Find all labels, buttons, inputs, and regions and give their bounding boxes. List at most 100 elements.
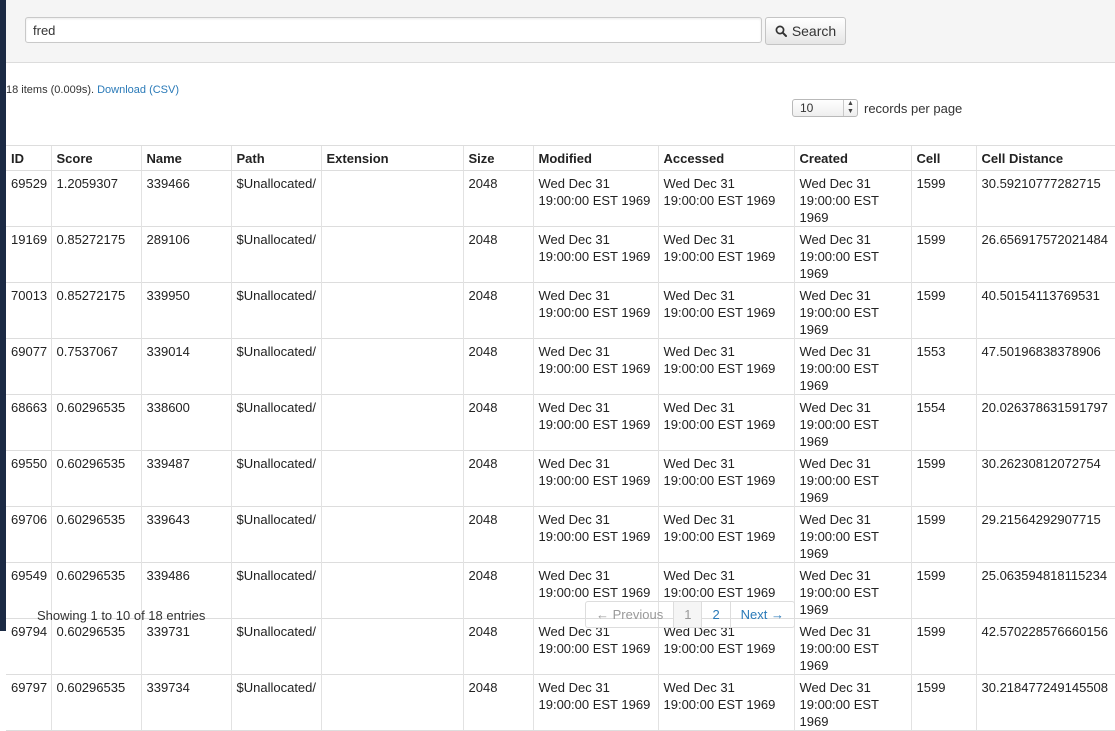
results-table: ID Score Name Path Extension Size Modified Acce… xyxy=(6,145,1115,731)
cell-path: $Unallocated/ xyxy=(230,338,321,395)
cell-score: 0.60296535 xyxy=(50,394,141,451)
cell-cell-distance: 40.50154113769531 xyxy=(975,282,1115,339)
cell-modified: Wed Dec 31 19:00:00 EST 1969 xyxy=(532,450,658,507)
table-row[interactable]: 69077 0.7537067 339014 $Unallocated/2048 Wed… xyxy=(6,338,1115,395)
cell-cell: 1599 xyxy=(910,506,976,563)
cell-name: 289106 xyxy=(140,226,231,283)
cell-extension xyxy=(320,450,463,507)
cell-size: 2048 xyxy=(462,170,533,227)
cell-id: 69797 xyxy=(6,674,51,731)
result-summary: 18 items (0.009s). Download (CSV) xyxy=(6,84,179,96)
select-arrows-icon: ▲ ▼ xyxy=(843,100,857,116)
cell-modified: Wed Dec 31 19:00:00 EST 1969 xyxy=(532,282,658,339)
cell-accessed: Wed Dec 31 19:00:00 EST 1969 xyxy=(657,394,794,451)
column-header-path[interactable]: Path xyxy=(230,145,321,171)
search-input[interactable] xyxy=(25,17,762,43)
cell-path: $Unallocated/ xyxy=(230,282,321,339)
column-header-modified[interactable]: Modified xyxy=(532,145,658,171)
cell-size: 2048 xyxy=(462,338,533,395)
cell-extension xyxy=(320,506,463,563)
page-1-button[interactable]: 1 xyxy=(673,602,702,627)
cell-modified: Wed Dec 31 19:00:00 EST 1969 xyxy=(532,338,658,395)
table-row[interactable]: 19169 0.85272175 289106 $Unallocated/2048 We… xyxy=(6,226,1115,283)
cell-name: 339734 xyxy=(140,674,231,731)
page-2-button[interactable]: 2 xyxy=(701,602,729,627)
cell-accessed: Wed Dec 31 19:00:00 EST 1969 xyxy=(657,674,794,731)
cell-accessed: Wed Dec 31 19:00:00 EST 1969 xyxy=(657,170,794,227)
table-row[interactable]: 69706 0.60296535 339643 $Unallocated/2048 We… xyxy=(6,506,1115,563)
cell-path: $Unallocated/ xyxy=(230,170,321,227)
table-row[interactable]: 70013 0.85272175 339950 $Unallocated/2048 We… xyxy=(6,282,1115,339)
cell-id: 69550 xyxy=(6,450,51,507)
cell-score: 1.2059307 xyxy=(50,170,141,227)
pagination-info: Showing 1 to 10 of 18 entries xyxy=(37,608,206,623)
next-page-button[interactable]: Next → xyxy=(729,602,794,627)
cell-cell: 1554 xyxy=(910,394,976,451)
cell-path: $Unallocated/ xyxy=(230,450,321,507)
previous-page-button[interactable]: ← Previous xyxy=(586,602,673,627)
cell-cell: 1599 xyxy=(910,618,976,675)
cell-path: $Unallocated/ xyxy=(230,394,321,451)
column-header-cell[interactable]: Cell xyxy=(910,145,976,171)
column-header-size[interactable]: Size xyxy=(462,145,533,171)
column-header-accessed[interactable]: Accessed xyxy=(657,145,794,171)
cell-id: 19169 xyxy=(6,226,51,283)
cell-created: Wed Dec 31 19:00:00 EST 1969 xyxy=(793,618,911,675)
table-row[interactable]: 69529 1.2059307 339466 $Unallocated/2048 Wed… xyxy=(6,170,1115,227)
cell-extension xyxy=(320,226,463,283)
cell-cell: 1599 xyxy=(910,450,976,507)
column-header-cell-distance[interactable]: Cell Distance xyxy=(975,145,1115,171)
cell-accessed: Wed Dec 31 19:00:00 EST 1969 xyxy=(657,226,794,283)
cell-accessed: Wed Dec 31 19:00:00 EST 1969 xyxy=(657,450,794,507)
cell-score: 0.60296535 xyxy=(50,506,141,563)
cell-cell: 1599 xyxy=(910,674,976,731)
table-row[interactable]: 69794 0.60296535 339731 $Unallocated/2048 We… xyxy=(6,618,1115,675)
cell-name: 338600 xyxy=(140,394,231,451)
table-row[interactable]: 69550 0.60296535 339487 $Unallocated/2048 We… xyxy=(6,450,1115,507)
cell-size: 2048 xyxy=(462,674,533,731)
table-row[interactable]: 68663 0.60296535 338600 $Unallocated/2048 We… xyxy=(6,394,1115,451)
cell-modified: Wed Dec 31 19:00:00 EST 1969 xyxy=(532,394,658,451)
cell-name: 339487 xyxy=(140,450,231,507)
cell-id: 69794 xyxy=(6,618,51,675)
cell-score: 0.85272175 xyxy=(50,226,141,283)
column-header-name[interactable]: Name xyxy=(140,145,231,171)
column-header-score[interactable]: Score xyxy=(50,145,141,171)
cell-modified: Wed Dec 31 19:00:00 EST 1969 xyxy=(532,170,658,227)
page-size-control: 10 ▲ ▼ records per page xyxy=(792,99,962,117)
cell-created: Wed Dec 31 19:00:00 EST 1969 xyxy=(793,450,911,507)
cell-extension xyxy=(320,338,463,395)
cell-accessed: Wed Dec 31 19:00:00 EST 1969 xyxy=(657,506,794,563)
cell-created: Wed Dec 31 19:00:00 EST 1969 xyxy=(793,674,911,731)
cell-size: 2048 xyxy=(462,226,533,283)
cell-created: Wed Dec 31 19:00:00 EST 1969 xyxy=(793,282,911,339)
column-header-id[interactable]: ID xyxy=(6,145,51,171)
cell-accessed: Wed Dec 31 19:00:00 EST 1969 xyxy=(657,282,794,339)
pagination: ← Previous 1 2 Next → xyxy=(585,601,796,628)
cell-cell-distance: 30.59210777282715 xyxy=(975,170,1115,227)
column-header-extension[interactable]: Extension xyxy=(320,145,463,171)
search-button[interactable]: Search xyxy=(765,17,846,45)
cell-id: 69529 xyxy=(6,170,51,227)
cell-size: 2048 xyxy=(462,394,533,451)
cell-score: 0.60296535 xyxy=(50,618,141,675)
download-csv-link[interactable]: Download (CSV) xyxy=(97,84,179,96)
cell-path: $Unallocated/ xyxy=(230,506,321,563)
cell-created: Wed Dec 31 19:00:00 EST 1969 xyxy=(793,226,911,283)
cell-name: 339466 xyxy=(140,170,231,227)
cell-cell-distance: 29.21564292907715 xyxy=(975,506,1115,563)
cell-size: 2048 xyxy=(462,450,533,507)
cell-cell: 1599 xyxy=(910,562,976,619)
cell-cell: 1599 xyxy=(910,170,976,227)
cell-name: 339950 xyxy=(140,282,231,339)
cell-id: 69706 xyxy=(6,506,51,563)
cell-cell: 1553 xyxy=(910,338,976,395)
cell-modified: Wed Dec 31 19:00:00 EST 1969 xyxy=(532,226,658,283)
cell-modified: Wed Dec 31 19:00:00 EST 1969 xyxy=(532,674,658,731)
cell-score: 0.60296535 xyxy=(50,450,141,507)
cell-extension xyxy=(320,618,463,675)
cell-size: 2048 xyxy=(462,506,533,563)
column-header-created[interactable]: Created xyxy=(793,145,911,171)
page-size-select[interactable]: 10 ▲ ▼ xyxy=(792,99,858,117)
table-row[interactable]: 69797 0.60296535 339734 $Unallocated/2048 We… xyxy=(6,674,1115,731)
